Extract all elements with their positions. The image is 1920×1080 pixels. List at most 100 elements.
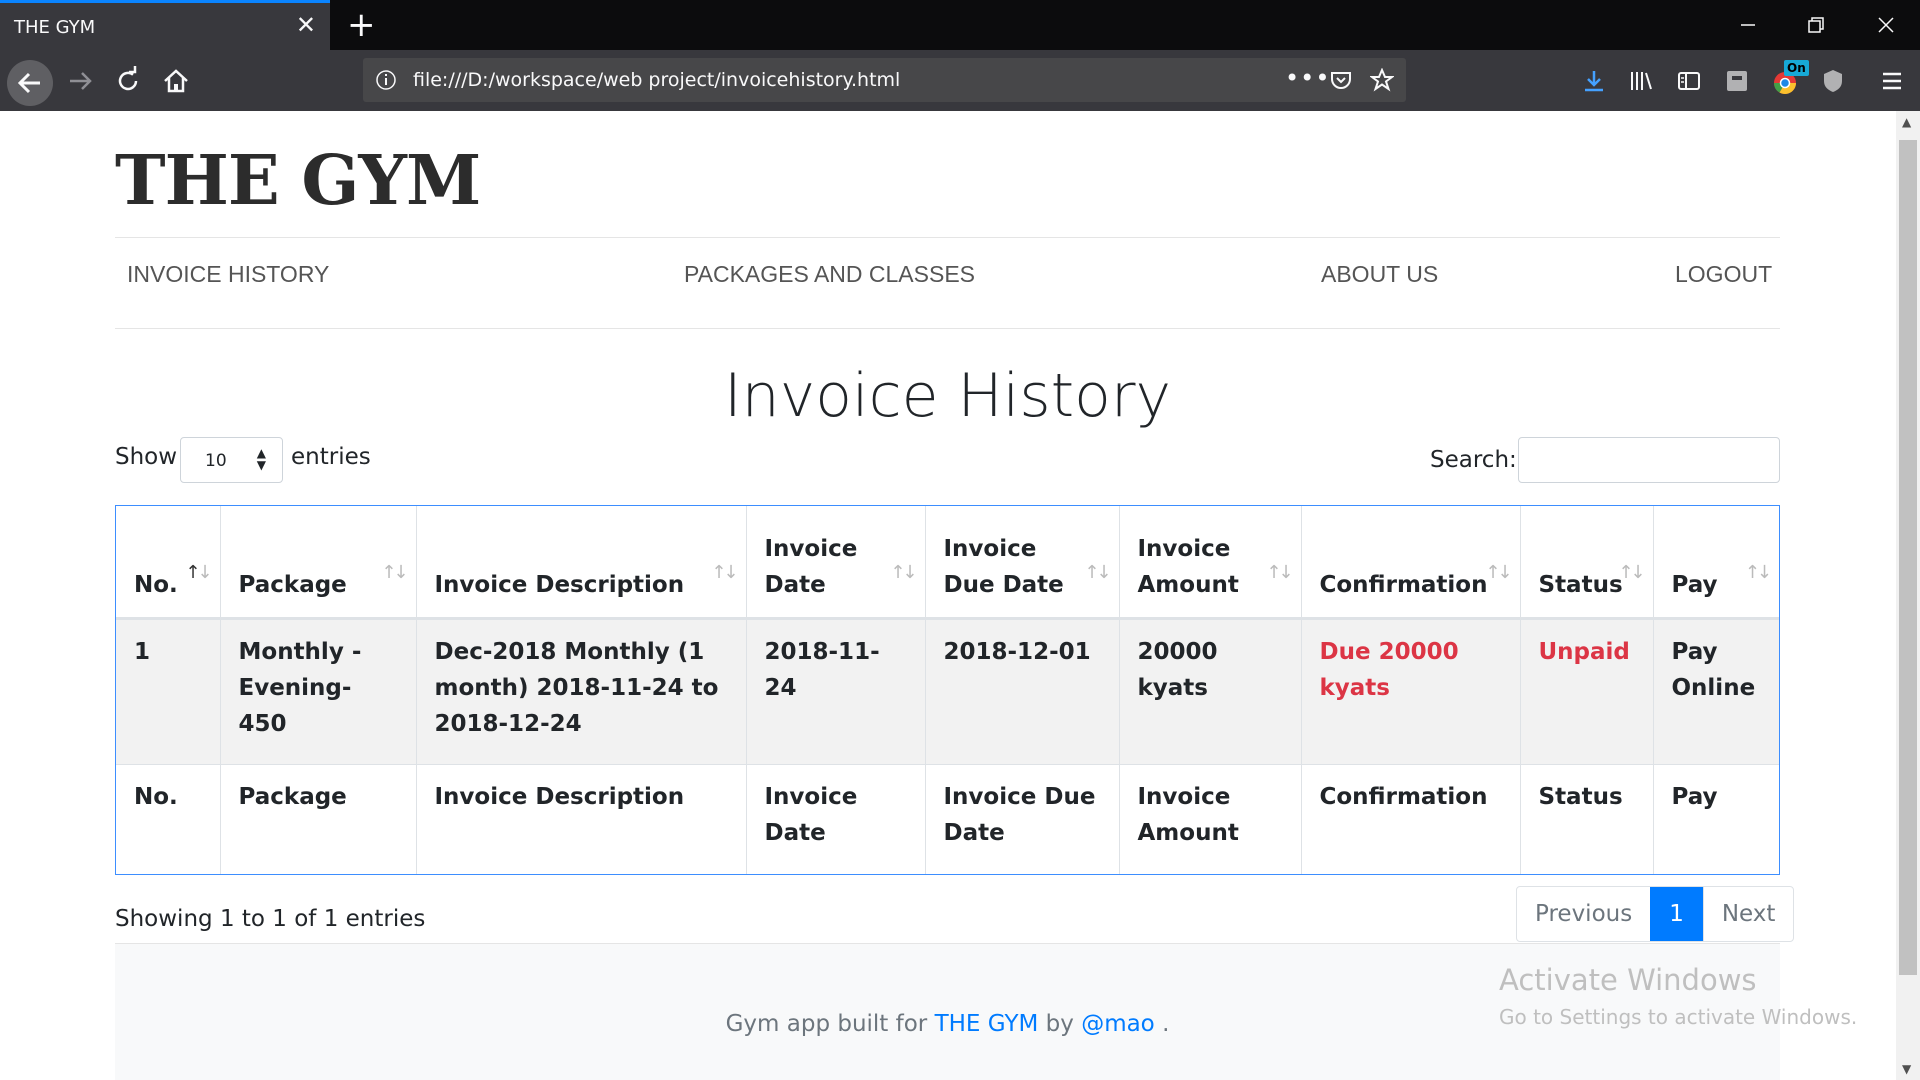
footer-cell: Invoice Date <box>745 763 925 874</box>
column-header-amount[interactable]: Invoice Amount ↑↓ <box>1118 506 1301 620</box>
nav-about-us[interactable]: ABOUT US <box>1321 261 1438 288</box>
footer-link-author[interactable]: @mao <box>1081 1011 1155 1037</box>
footer-by: by <box>1045 1011 1074 1037</box>
close-window-icon[interactable] <box>1871 10 1901 40</box>
sort-icon: ↑↓ <box>381 561 408 583</box>
activate-windows-watermark: Activate Windows <box>1499 963 1757 997</box>
home-icon[interactable] <box>160 65 192 97</box>
sort-icon: ↑↓ <box>711 561 738 583</box>
previous-button[interactable]: Previous <box>1517 887 1650 941</box>
sidebar-icon[interactable] <box>1676 68 1702 94</box>
next-button[interactable]: Next <box>1702 887 1794 941</box>
back-button[interactable] <box>7 60 53 106</box>
footer-cell: Package <box>219 763 416 874</box>
column-header-no[interactable]: No. ↑↓ <box>116 506 220 620</box>
column-header-confirmation[interactable]: Confirmation ↑↓ <box>1300 506 1520 620</box>
forward-icon[interactable] <box>64 65 96 97</box>
cell-no: 1 <box>116 618 220 764</box>
cell-due-date: 2018-12-01 <box>924 618 1119 764</box>
footer-cell: Invoice Description <box>415 763 746 874</box>
tab-title: THE GYM <box>14 17 96 38</box>
page-title: Invoice History <box>723 361 1172 431</box>
sort-ascending-icon: ↑↓ <box>185 561 212 583</box>
divider <box>115 237 1780 238</box>
column-header-date[interactable]: Invoice Date ↑↓ <box>745 506 925 620</box>
footer-cell: No. <box>116 763 220 874</box>
column-header-label: Status <box>1538 571 1623 598</box>
reload-icon[interactable] <box>112 65 144 97</box>
cell-amount: 20000 kyats <box>1118 618 1301 764</box>
page-viewport: THE GYM INVOICE HISTORY PACKAGES AND CLA… <box>0 111 1896 1080</box>
pagination: Previous 1 Next <box>1516 886 1795 942</box>
footer-link-gym[interactable]: THE GYM <box>935 1011 1039 1037</box>
browser-tab[interactable]: THE GYM ✕ <box>0 0 330 50</box>
column-header-label: Invoice Date <box>764 535 858 598</box>
scroll-down-icon[interactable]: ▼ <box>1902 1062 1911 1076</box>
sort-icon: ↑↓ <box>1618 561 1645 583</box>
activate-windows-hint: Go to Settings to activate Windows. <box>1499 1005 1858 1029</box>
site-brand[interactable]: THE GYM <box>115 141 481 221</box>
table-info: Showing 1 to 1 of 1 entries <box>115 906 426 932</box>
url-text[interactable]: file:///D:/workspace/web project/invoice… <box>413 69 900 91</box>
column-header-pay[interactable]: Pay ↑↓ <box>1652 506 1779 620</box>
cell-date: 2018-11-24 <box>745 618 925 764</box>
search-input[interactable] <box>1518 437 1780 483</box>
bookmark-star-icon[interactable] <box>1370 68 1394 92</box>
column-header-label: Package <box>238 571 347 598</box>
column-header-description[interactable]: Invoice Description ↑↓ <box>415 506 746 620</box>
footer-cell: Status <box>1519 763 1653 874</box>
browser-toolbar: file:///D:/workspace/web project/invoice… <box>0 50 1920 111</box>
pocket-icon[interactable] <box>1329 68 1353 92</box>
page-actions-icon[interactable]: ••• <box>1285 64 1330 92</box>
page-1-button[interactable]: 1 <box>1650 887 1703 941</box>
info-icon[interactable] <box>375 69 397 91</box>
entries-label: entries <box>291 444 371 470</box>
footer-cell: Invoice Due Date <box>924 763 1119 874</box>
select-arrows-icon: ▲ ▼ <box>256 446 266 472</box>
column-header-label: Invoice Description <box>434 571 685 598</box>
cell-package: Monthly -Evening- 450 <box>219 618 416 764</box>
sort-icon: ↑↓ <box>1485 561 1512 583</box>
scroll-up-icon[interactable]: ▲ <box>1902 115 1911 129</box>
cell-description: Dec-2018 Monthly (1 month) 2018-11-24 to… <box>415 618 746 764</box>
cell-status: Unpaid <box>1519 618 1653 764</box>
column-header-due-date[interactable]: Invoice Due Date ↑↓ <box>924 506 1119 620</box>
nav-packages-and-classes[interactable]: PACKAGES AND CLASSES <box>684 261 975 288</box>
column-header-label: Confirmation <box>1319 571 1488 598</box>
nav-invoice-history[interactable]: INVOICE HISTORY <box>127 261 329 288</box>
shield-icon[interactable] <box>1820 68 1846 94</box>
invoice-table: No. ↑↓ Package ↑↓ Invoice Description ↑↓ In… <box>115 505 1780 875</box>
sort-icon: ↑↓ <box>890 561 917 583</box>
cell-confirmation: Due 20000 kyats <box>1300 618 1520 764</box>
footer-cell: Confirmation <box>1300 763 1520 874</box>
column-header-label: Pay <box>1671 571 1718 598</box>
sort-icon: ↑↓ <box>1266 561 1293 583</box>
show-label: Show <box>115 444 178 470</box>
library-icon[interactable] <box>1628 68 1654 94</box>
column-header-label: Invoice Amount <box>1137 535 1239 598</box>
table-footer-row: No. Package Invoice Description Invoice … <box>116 763 1779 874</box>
nav-logout[interactable]: LOGOUT <box>1675 261 1772 288</box>
download-icon[interactable] <box>1581 68 1607 94</box>
extension-on-icon[interactable]: On <box>1772 60 1809 96</box>
cell-pay-online[interactable]: Pay Online <box>1652 618 1779 764</box>
browser-tab-strip: THE GYM ✕ + <box>0 0 1920 50</box>
entries-length-value: 10 <box>205 451 227 471</box>
divider <box>115 328 1780 329</box>
url-bar[interactable]: file:///D:/workspace/web project/invoice… <box>363 58 1406 102</box>
footer-suffix: . <box>1162 1011 1170 1037</box>
extension-icon[interactable] <box>1724 68 1750 94</box>
sort-icon: ↑↓ <box>1744 561 1772 583</box>
new-tab-icon[interactable]: + <box>347 5 376 45</box>
column-header-status[interactable]: Status ↑↓ <box>1519 506 1653 620</box>
entries-length-select[interactable]: 10 ▲ ▼ <box>180 437 283 483</box>
scrollbar-thumb[interactable] <box>1899 140 1917 975</box>
minimize-icon[interactable] <box>1733 10 1763 40</box>
close-tab-icon[interactable]: ✕ <box>296 13 316 37</box>
restore-icon[interactable] <box>1801 10 1831 40</box>
menu-icon[interactable] <box>1879 68 1905 94</box>
footer-prefix: Gym app built for <box>725 1011 928 1037</box>
column-header-label: Invoice Due Date <box>943 535 1064 598</box>
column-header-package[interactable]: Package ↑↓ <box>219 506 416 620</box>
sort-icon: ↑↓ <box>1084 561 1111 583</box>
